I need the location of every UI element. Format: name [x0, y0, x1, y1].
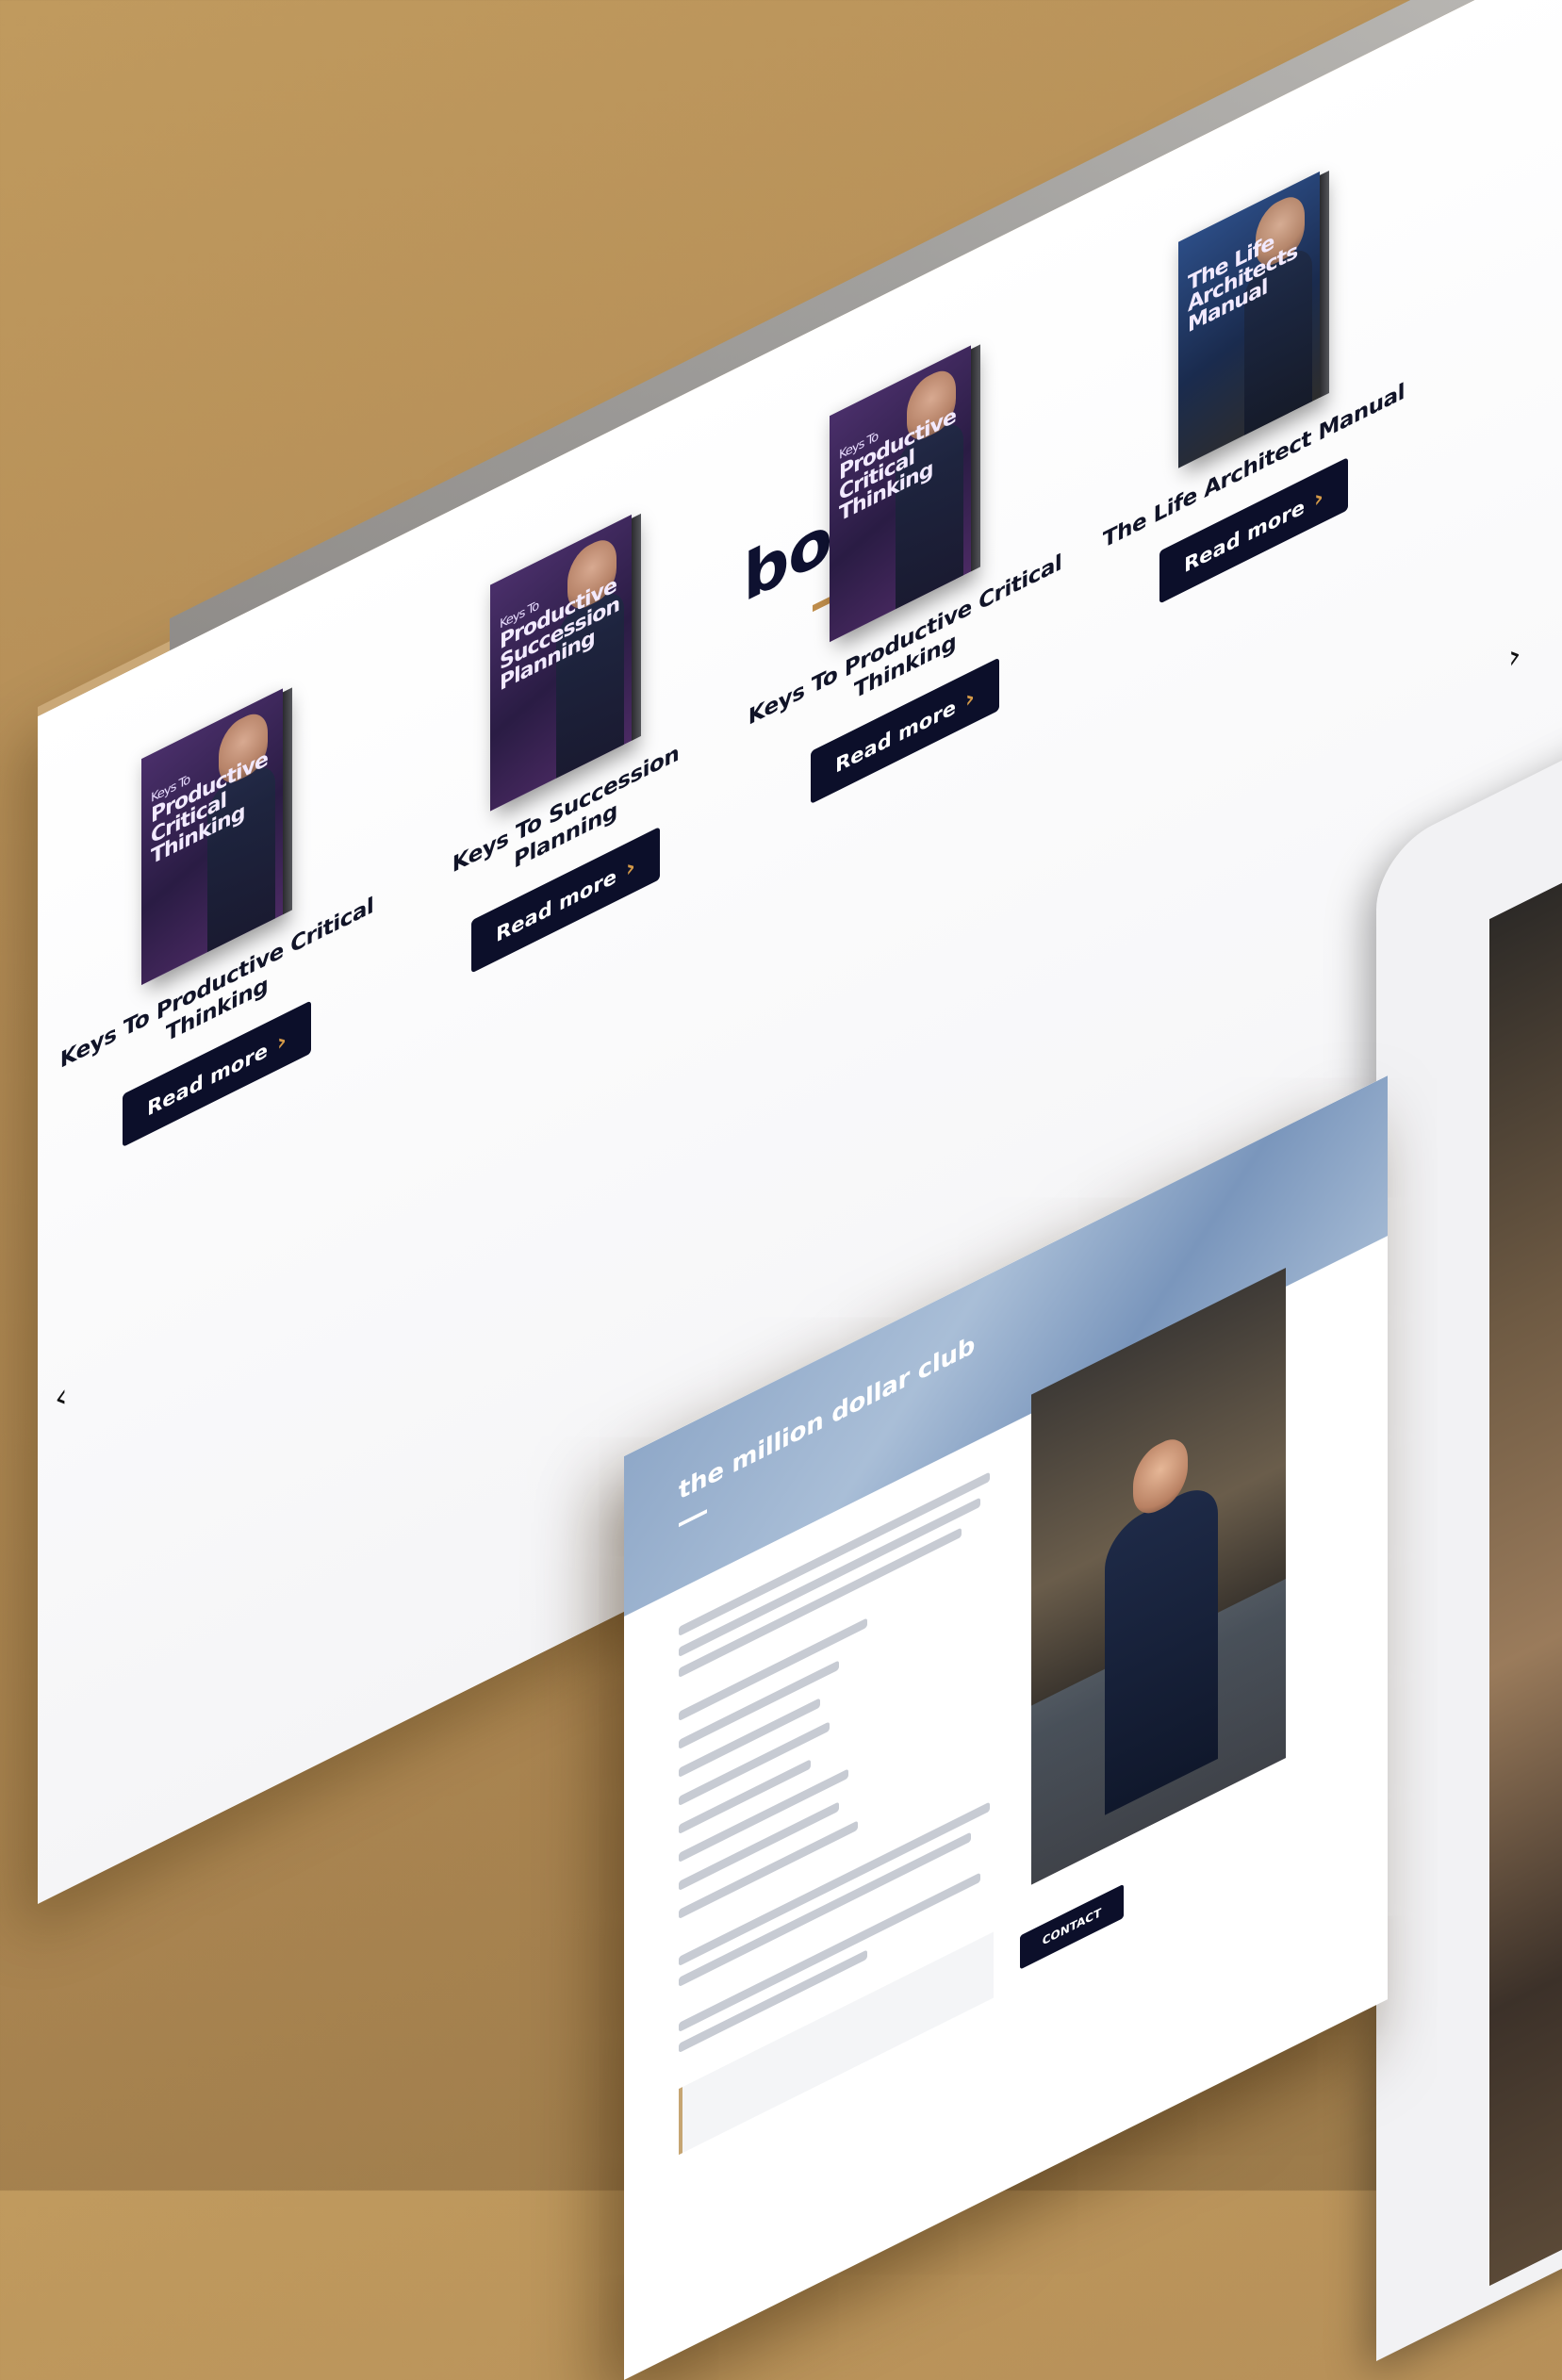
book-cover[interactable]: The Life Architects Manual [1178, 167, 1329, 468]
book-card: The Life Architects Manual The Life Arch… [1093, 124, 1414, 637]
chevron-left-icon[interactable]: ‹ [55, 1375, 68, 1420]
book-cover[interactable]: Keys To Productive Succession Planning [490, 510, 641, 812]
book-card: Keys To Productive Succession Planning K… [405, 468, 726, 1007]
book-cover[interactable]: Keys To Productive Critical Thinking [141, 683, 292, 986]
contact-button[interactable]: CONTACT [1020, 1883, 1124, 1970]
book-cover[interactable]: Keys To Productive Critical Thinking [830, 340, 980, 643]
read-more-label: Read more [147, 1038, 268, 1122]
book-spine [283, 687, 292, 915]
book-cover-image: The Life Architects Manual [1178, 171, 1320, 468]
book-card: Keys To Productive Critical Thinking Key… [745, 299, 1065, 838]
book-cover-image: Keys To Productive Critical Thinking [141, 688, 283, 986]
read-more-button[interactable]: Read more › [1159, 456, 1348, 604]
chevron-right-icon: › [964, 682, 975, 714]
tablet-device [1376, 712, 1562, 2361]
book-spine [1320, 170, 1329, 398]
paragraph-line [679, 1801, 990, 1967]
book-cover-image: Keys To Productive Succession Planning [490, 514, 632, 812]
chevron-right-icon: › [625, 851, 635, 883]
book-cover-image: Keys To Productive Critical Thinking [830, 345, 971, 643]
chevron-right-icon: › [276, 1026, 287, 1058]
book-card: Keys To Productive Critical Thinking Key… [57, 642, 377, 1181]
read-more-label: Read more [1184, 494, 1305, 578]
tablet-screen [1489, 834, 1562, 2287]
book-spine [971, 344, 980, 572]
photo-person-body [1105, 1475, 1218, 1815]
read-more-label: Read more [835, 695, 956, 779]
book-spine [632, 513, 641, 741]
chevron-right-icon[interactable]: › [1508, 633, 1521, 678]
read-more-label: Read more [496, 863, 617, 947]
chevron-right-icon: › [1313, 483, 1324, 514]
